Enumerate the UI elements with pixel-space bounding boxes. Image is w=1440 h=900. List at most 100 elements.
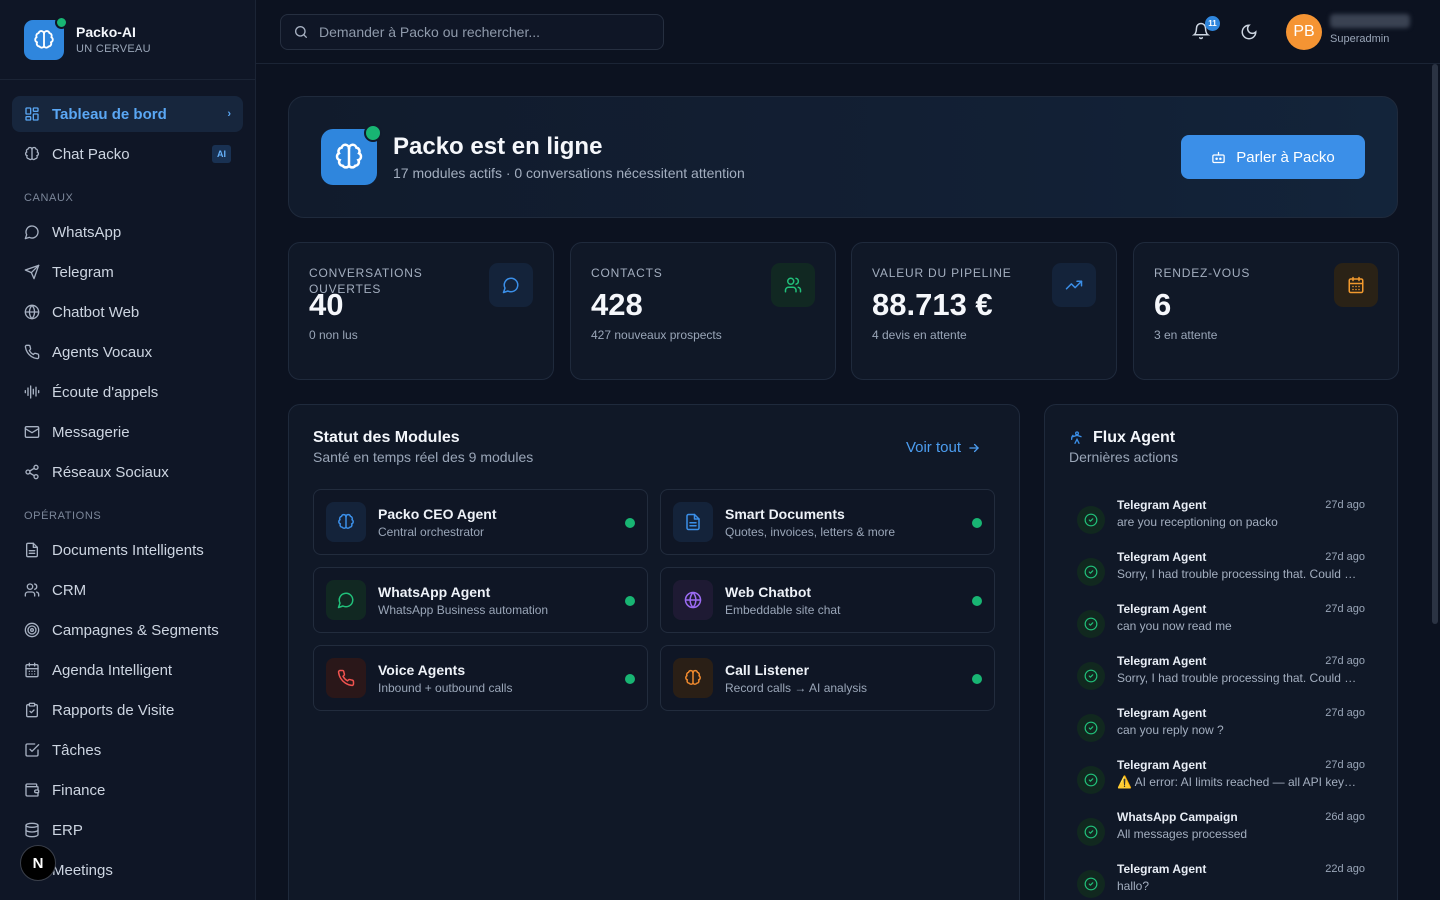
feed-message: ⚠️ AI error: AI limits reached — all API… [1117, 775, 1361, 789]
stat-label: VALEUR DU PIPELINE [872, 266, 1012, 280]
feed-status-circle [1077, 714, 1105, 742]
user-role: Superadmin [1330, 33, 1390, 45]
feed-source: Telegram Agent [1117, 706, 1207, 720]
sidebar-item-dashboard[interactable]: Tableau de bord › [12, 96, 243, 132]
agent-feed-panel: Flux Agent Dernières actions Telegram Ag… [1044, 404, 1398, 900]
agent-feed-title: Flux Agent [1093, 429, 1176, 446]
stat-card-rendez-vous[interactable]: RENDEZ-VOUS 6 3 en attente [1133, 242, 1399, 380]
module-card-call-listener[interactable]: Call Listener Record calls → AI analysis [660, 645, 995, 711]
feed-source: Telegram Agent [1117, 498, 1207, 512]
send-icon [24, 264, 40, 280]
feed-item[interactable]: Telegram Agent 27d ago ⚠️ AI error: AI lim… [1069, 758, 1389, 810]
feed-item[interactable]: Telegram Agent 27d ago Sorry, I had troubl… [1069, 654, 1389, 706]
feed-status-circle [1077, 506, 1105, 534]
feed-source: WhatsApp Campaign [1117, 810, 1238, 824]
module-description: Quotes, invoices, letters & more [725, 524, 896, 539]
sidebar-item-label: Rapports de Visite [52, 701, 175, 719]
button-label: Parler à Packo [1236, 148, 1335, 166]
brand[interactable]: Packo-AI UN CERVEAU [0, 0, 255, 80]
chat-bubble-icon [24, 225, 39, 240]
see-all-link[interactable]: Voir tout [906, 439, 981, 456]
sidebar-item-label: Agenda Intelligent [52, 661, 173, 679]
sidebar-item-chatbot-web[interactable]: Chatbot Web [12, 294, 243, 330]
sidebar-item-label: Documents Intelligents [52, 541, 204, 559]
module-name: Packo CEO Agent [378, 505, 497, 522]
check-circle-icon [1084, 617, 1098, 631]
feed-status-circle [1077, 662, 1105, 690]
sidebar-item-whatsapp[interactable]: WhatsApp [12, 214, 243, 250]
nextjs-dev-badge[interactable]: N [20, 845, 56, 881]
stat-label: RENDEZ-VOUS [1154, 266, 1251, 280]
sidebar-item-reseaux-sociaux[interactable]: Réseaux Sociaux [12, 454, 243, 490]
module-name: Web Chatbot [725, 583, 812, 600]
brain-icon [34, 29, 54, 49]
sidebar-item-agenda-intelligent[interactable]: Agenda Intelligent [12, 652, 243, 688]
feed-status-circle [1077, 558, 1105, 586]
sidebar-item-label: Chatbot Web [52, 303, 140, 321]
search-input[interactable] [319, 24, 639, 40]
scrollbar[interactable] [1432, 64, 1438, 624]
stat-value: 88.713 € [872, 287, 993, 322]
feed-item[interactable]: Telegram Agent 22d ago hallo? [1069, 862, 1389, 900]
feed-item[interactable]: Telegram Agent 27d ago are you receptionin… [1069, 498, 1389, 550]
module-card-voice-agents[interactable]: Voice Agents Inbound + outbound calls [313, 645, 648, 711]
sidebar-item-rapports-de-visite[interactable]: Rapports de Visite [12, 692, 243, 728]
online-indicator [55, 15, 68, 29]
chevron-right-icon: › [227, 108, 231, 120]
document-icon [686, 513, 700, 531]
sidebar-item-messagerie[interactable]: Messagerie [12, 414, 243, 450]
stat-card-valeur-du-pipeline[interactable]: VALEUR DU PIPELINE 88.713 € 4 devis en att… [851, 242, 1117, 380]
brain-icon [685, 669, 701, 685]
module-card-smart-documents[interactable]: Smart Documents Quotes, invoices, letters… [660, 489, 995, 555]
stat-card-contacts[interactable]: CONTACTS 428 427 nouveaux prospects [570, 242, 836, 380]
stat-note: 0 non lus [309, 328, 358, 342]
module-icon-box [673, 502, 713, 542]
search-bar[interactable] [280, 14, 664, 50]
sidebar-item-label: Réseaux Sociaux [52, 463, 169, 481]
stat-icon-box [1052, 263, 1096, 307]
feed-item[interactable]: Telegram Agent 27d ago Sorry, I had troubl… [1069, 550, 1389, 602]
check-circle-icon [1084, 513, 1098, 527]
feed-time: 27d ago [1325, 551, 1365, 563]
feed-message: hallo? [1117, 879, 1150, 893]
online-indicator [364, 124, 382, 142]
feed-item[interactable]: Telegram Agent 27d ago can you reply now ? [1069, 706, 1389, 758]
hero-subtitle: 17 modules actifs · 0 conversations néce… [393, 165, 745, 181]
feed-source: Telegram Agent [1117, 602, 1207, 616]
theme-toggle-button[interactable] [1240, 23, 1258, 41]
feed-message: can you reply now ? [1117, 723, 1224, 737]
feed-message: Sorry, I had trouble processing that. Co… [1117, 567, 1361, 581]
sidebar-item-taches[interactable]: Tâches [12, 732, 243, 768]
sidebar-item-label: Messagerie [52, 423, 130, 441]
sidebar-item-finance[interactable]: Finance [12, 772, 243, 808]
feed-item[interactable]: WhatsApp Campaign 26d ago All messages pro… [1069, 810, 1389, 862]
sidebar-item-campagnes-segments[interactable]: Campagnes & Segments [12, 612, 243, 648]
sidebar-item-agents-vocaux[interactable]: Agents Vocaux [12, 334, 243, 370]
talk-to-packo-button[interactable]: Parler à Packo [1181, 135, 1365, 179]
sidebar-item-documents-intelligents[interactable]: Documents Intelligents [12, 532, 243, 568]
feed-item[interactable]: Telegram Agent 27d ago can you now read me [1069, 602, 1389, 654]
module-description: Central orchestrator [378, 524, 485, 539]
module-name: WhatsApp Agent [378, 583, 491, 600]
sidebar-item-erp[interactable]: ERP [12, 812, 243, 848]
share-icon [25, 464, 39, 480]
moon-icon [1241, 24, 1257, 40]
module-card-web-chatbot[interactable]: Web Chatbot Embeddable site chat [660, 567, 995, 633]
feed-message: All messages processed [1117, 827, 1248, 841]
calendar-icon [1348, 276, 1364, 294]
feed-source: Telegram Agent [1117, 758, 1207, 772]
sidebar-item-label: Meetings [52, 861, 113, 879]
sidebar-nav: Tableau de bord › Chat Packo AI CANAUX W… [0, 80, 255, 888]
avatar[interactable]: PB [1286, 14, 1322, 50]
module-card-packo-ceo-agent[interactable]: Packo CEO Agent Central orchestrator [313, 489, 648, 555]
module-card-whatsapp-agent[interactable]: WhatsApp Agent WhatsApp Business automati… [313, 567, 648, 633]
sidebar-item-telegram[interactable]: Telegram [12, 254, 243, 290]
module-status-dot [972, 518, 982, 528]
sidebar-item-chat-packo[interactable]: Chat Packo AI [12, 136, 243, 172]
sidebar-item-ecoute-d-appels[interactable]: Écoute d'appels [12, 374, 243, 410]
sidebar-item-label: ERP [52, 821, 83, 839]
sidebar-item-label: Écoute d'appels [52, 383, 159, 401]
sidebar-item-crm[interactable]: CRM [12, 572, 243, 608]
notifications-button[interactable]: 11 [1192, 16, 1220, 42]
stat-card-conversations-ouvertes[interactable]: CONVERSATIONS OUVERTES 40 0 non lus [288, 242, 554, 380]
